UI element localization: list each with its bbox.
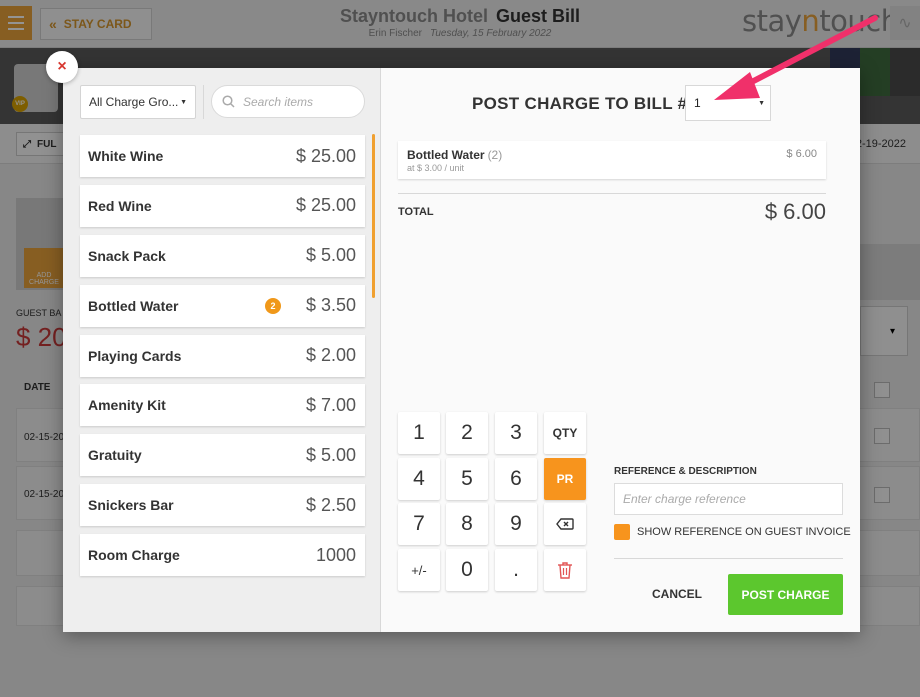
backspace-key[interactable] <box>544 503 586 545</box>
charge-item[interactable]: Red Wine $ 25.00 <box>80 184 365 227</box>
caret-down-icon: ▼ <box>758 100 765 107</box>
charge-item[interactable]: Bottled Water 2 $ 3.50 <box>80 284 365 327</box>
key-2[interactable]: 2 <box>446 412 488 454</box>
cancel-button[interactable]: CANCEL <box>642 574 712 614</box>
charge-item[interactable]: Snack Pack $ 5.00 <box>80 234 365 277</box>
post-charge-modal: All Charge Gro... ▼ White Wine$ 25.00 Re… <box>63 68 860 632</box>
line-item-name: Bottled Water <box>407 148 485 162</box>
key-8[interactable]: 8 <box>446 503 488 545</box>
charge-item[interactable]: Gratuity $ 5.00 <box>80 434 365 477</box>
posted-line-item[interactable]: Bottled Water (2) at $ 3.00 / unit $ 6.00 <box>398 141 826 179</box>
qty-key[interactable]: QTY <box>544 412 586 454</box>
bill-number-select[interactable]: 1 ▼ <box>685 85 771 121</box>
item-list-scrollbar[interactable] <box>372 134 375 298</box>
total-amount: $ 6.00 <box>764 199 826 224</box>
delete-key[interactable] <box>544 549 586 591</box>
total-label: TOTAL <box>398 206 434 218</box>
line-item-qty: (2) <box>487 148 503 162</box>
reference-input[interactable] <box>614 483 843 515</box>
charge-item-list: White Wine $ 25.00 Red Wine $ 25.00 Snack … <box>80 135 365 584</box>
divider <box>398 193 826 194</box>
key-0[interactable]: 0 <box>446 549 488 591</box>
post-charge-title: POST CHARGE TO BILL # <box>472 94 688 113</box>
post-charge-button[interactable]: POST CHARGE <box>728 574 843 615</box>
charge-items-pane: All Charge Gro... ▼ White Wine$ 25.00 Re… <box>63 68 381 632</box>
decimal-key[interactable]: . <box>495 549 537 591</box>
charge-item[interactable]: White Wine $ 25.00 <box>80 135 365 177</box>
key-6[interactable]: 6 <box>495 458 537 500</box>
line-item-total: $ 6.00 <box>786 148 817 160</box>
key-7[interactable]: 7 <box>398 503 440 545</box>
search-box[interactable] <box>211 85 365 118</box>
quantity-badge: 2 <box>265 297 281 314</box>
show-reference-checkbox[interactable] <box>614 524 630 540</box>
key-9[interactable]: 9 <box>495 503 537 545</box>
charge-item[interactable]: Room Charge 1000 <box>80 534 365 577</box>
charge-item[interactable]: Amenity Kit $ 7.00 <box>80 384 365 427</box>
plus-minus-key[interactable]: +/- <box>398 549 440 591</box>
caret-down-icon: ▼ <box>180 99 187 106</box>
search-input[interactable] <box>243 94 353 109</box>
trash-icon <box>558 562 572 579</box>
show-reference-toggle[interactable]: SHOW REFERENCE ON GUEST INVOICE <box>614 524 851 540</box>
divider <box>203 85 204 119</box>
divider <box>614 558 843 559</box>
key-3[interactable]: 3 <box>495 412 537 454</box>
key-5[interactable]: 5 <box>446 458 488 500</box>
key-4[interactable]: 4 <box>398 458 440 500</box>
search-icon <box>222 95 235 108</box>
price-key[interactable]: PR <box>544 458 586 500</box>
charge-item[interactable]: Snickers Bar $ 2.50 <box>80 484 365 527</box>
charge-group-select[interactable]: All Charge Gro... ▼ <box>80 85 196 119</box>
line-item-unit-price: at $ 3.00 / unit <box>407 163 465 173</box>
key-1[interactable]: 1 <box>398 412 440 454</box>
backspace-icon <box>556 518 574 530</box>
charge-item[interactable]: Playing Cards $ 2.00 <box>80 334 365 377</box>
bill-pane: POST CHARGE TO BILL # 1 ▼ Bottled Water(… <box>382 68 860 632</box>
reference-label: REFERENCE & DESCRIPTION <box>614 466 757 477</box>
close-icon[interactable]: × <box>46 51 78 83</box>
